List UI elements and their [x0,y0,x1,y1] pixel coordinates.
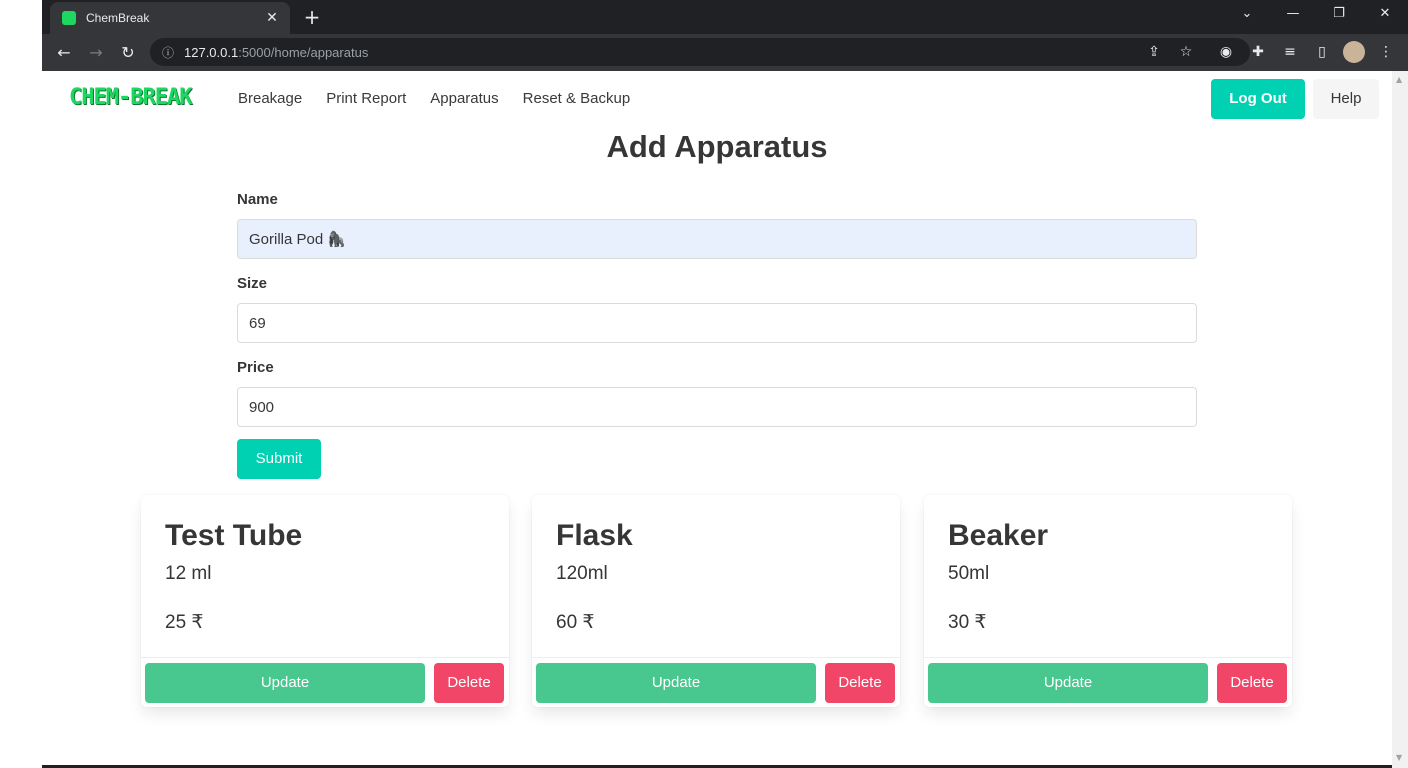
browser-toolbar: ← → ↻ ⓘ 127.0.0.1:5000/home/apparatus ⇪ … [42,34,1408,71]
card-title: Flask [556,519,633,552]
name-label: Name [237,191,278,208]
size-input[interactable]: 69 [237,303,1197,343]
navbar-links: Breakage Print Report Apparatus Reset & … [238,90,654,107]
address-bar[interactable]: ⓘ 127.0.0.1:5000/home/apparatus [150,38,1250,66]
help-button[interactable]: Help [1313,79,1379,119]
tab-title: ChemBreak [86,11,150,25]
nav-link-breakage[interactable]: Breakage [238,90,302,107]
close-tab-icon[interactable]: ✕ [264,10,280,26]
update-button[interactable]: Update [928,663,1208,703]
card-size: 120ml [556,563,608,584]
side-panel-icon[interactable]: ▯ [1308,38,1336,66]
browser-tab[interactable]: ChemBreak ✕ [50,2,290,34]
card-size: 12 ml [165,563,212,584]
vertical-scrollbar[interactable] [1392,71,1408,768]
price-input[interactable]: 900 [237,387,1197,427]
site-info-icon[interactable]: ⓘ [162,44,184,61]
nav-link-reset-backup[interactable]: Reset & Backup [523,90,631,107]
name-input[interactable]: Gorilla Pod 🦍 [237,219,1197,259]
card-price: 60 ₹ [556,612,595,633]
reload-icon[interactable]: ↻ [112,39,144,67]
tab-search-button[interactable]: ⌄ [1224,0,1270,30]
delete-button[interactable]: Delete [1217,663,1287,703]
update-button[interactable]: Update [145,663,425,703]
card-footer: Update Delete [924,657,1292,707]
share-icon[interactable]: ⇪ [1140,38,1168,66]
page-title: Add Apparatus [606,129,828,164]
card-size: 50ml [948,563,990,584]
price-label: Price [237,359,274,376]
minimize-button[interactable]: — [1270,0,1316,30]
submit-button[interactable]: Submit [237,439,321,479]
card-title: Beaker [948,519,1049,552]
card-footer: Update Delete [141,657,509,707]
back-icon[interactable]: ← [48,39,80,67]
extension-icon[interactable]: ◉ [1212,38,1240,66]
media-control-icon[interactable]: ≡ [1276,38,1304,66]
card-footer: Update Delete [532,657,900,707]
scroll-up-icon[interactable]: ▲ [1396,75,1404,84]
browser-chrome: ChemBreak ✕ + ⌄ — ❐ ✕ ← → ↻ ⓘ 127.0.0.1:… [42,0,1408,71]
card-price: 30 ₹ [948,612,987,633]
delete-button[interactable]: Delete [825,663,895,703]
card-price: 25 ₹ [165,612,204,633]
close-window-button[interactable]: ✕ [1362,0,1408,30]
tab-strip: ChemBreak ✕ + ⌄ — ❐ ✕ [42,0,1408,34]
logout-button[interactable]: Log Out [1211,79,1305,119]
forward-icon[interactable]: → [80,39,112,67]
logo[interactable]: CHEM-BREAK [69,85,192,110]
page-content: CHEM-BREAK Breakage Print Report Apparat… [42,71,1392,768]
new-tab-button[interactable]: + [300,6,324,30]
delete-button[interactable]: Delete [434,663,504,703]
bookmark-star-icon[interactable]: ☆ [1172,38,1200,66]
profile-avatar[interactable] [1340,38,1368,66]
nav-link-apparatus[interactable]: Apparatus [430,90,498,107]
restore-button[interactable]: ❐ [1316,0,1362,30]
url-host: 127.0.0.1 [184,44,239,60]
nav-link-print-report[interactable]: Print Report [326,90,406,107]
apparatus-card: Beaker 50ml 30 ₹ Update Delete [924,495,1292,707]
extensions-puzzle-icon[interactable]: ✚ [1244,38,1272,66]
url-path: :5000/home/apparatus [238,44,369,60]
update-button[interactable]: Update [536,663,816,703]
size-label: Size [237,275,268,292]
menu-kebab-icon[interactable]: ⋮ [1372,38,1400,66]
favicon-icon [62,11,76,25]
card-title: Test Tube [165,519,303,552]
apparatus-card: Flask 120ml 60 ₹ Update Delete [532,495,900,707]
scroll-down-icon[interactable]: ▼ [1396,753,1404,762]
apparatus-card: Test Tube 12 ml 25 ₹ Update Delete [141,495,509,707]
